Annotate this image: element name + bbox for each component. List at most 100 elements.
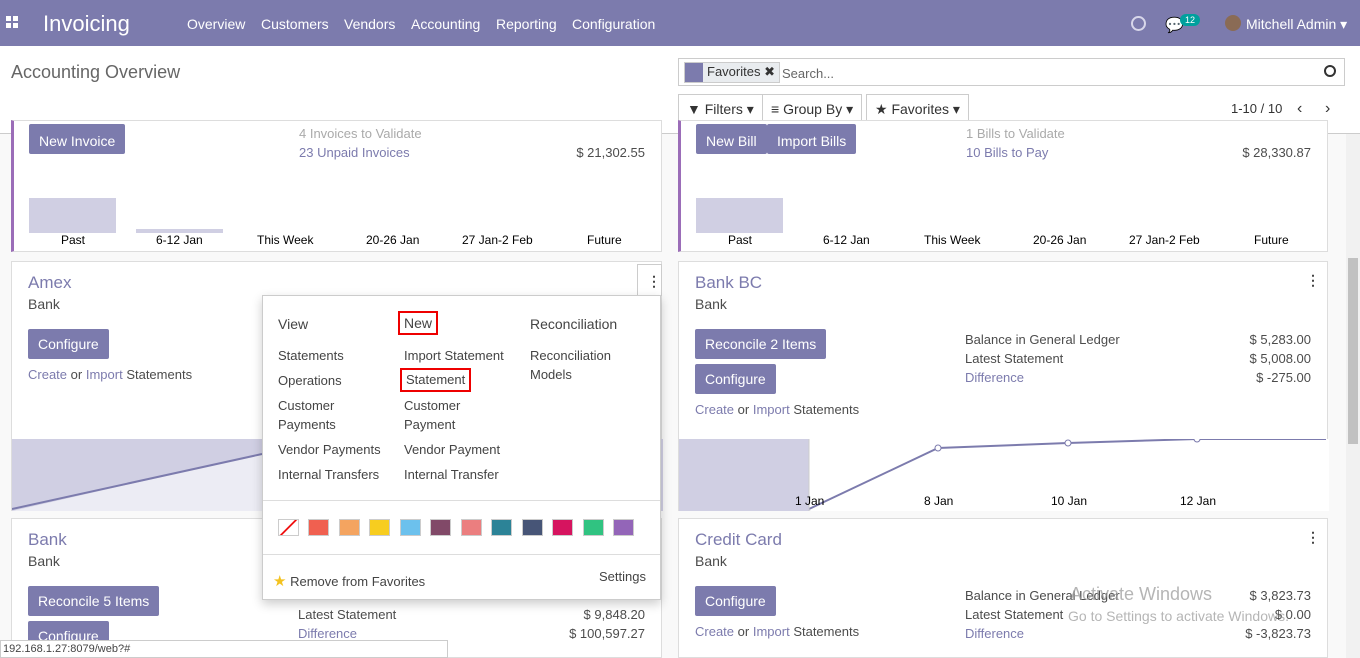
unpaid-invoices-link[interactable]: 23 Unpaid Invoices [299, 145, 410, 160]
latest-statement-amount: $ 5,008.00 [1249, 351, 1311, 366]
card-menu-icon[interactable]: ⋮ [637, 264, 662, 296]
pager-value: 1-10 / 10 [1231, 101, 1283, 116]
journal-type: Bank [695, 296, 727, 312]
apps-menu-icon[interactable] [6, 16, 20, 30]
remove-from-favorites-button[interactable]: ★ Remove from Favorites [273, 572, 425, 591]
color-swatch[interactable] [491, 519, 512, 536]
view-internal-transfers-link[interactable]: Internal Transfers [278, 465, 379, 484]
or-text: or [70, 367, 83, 382]
app-brand[interactable]: Invoicing [43, 11, 130, 37]
journal-title[interactable]: Bank [28, 530, 67, 550]
import-link[interactable]: Import [86, 367, 123, 382]
color-swatch[interactable] [460, 519, 482, 536]
card-menu-icon[interactable]: ⋮ [1306, 272, 1320, 289]
color-swatch-none[interactable] [278, 519, 299, 536]
or-text: or [737, 624, 750, 639]
group-by-label: Group By [783, 101, 843, 117]
latest-statement-label: Latest Statement [965, 607, 1064, 622]
favorites-label: Favorites [891, 101, 950, 117]
create-link[interactable]: Create [695, 624, 734, 639]
pager-next-icon[interactable]: › [1325, 100, 1330, 118]
import-link[interactable]: Import [753, 624, 790, 639]
journal-title[interactable]: Credit Card [695, 530, 782, 550]
filters-button[interactable]: ▼ Filters ▾ [678, 94, 763, 122]
favorites-button[interactable]: ★ Favorites ▾ [866, 94, 969, 122]
view-customer-payments-link[interactable]: Customer Payments [278, 396, 388, 434]
view-vendor-payments-link[interactable]: Vendor Payments [278, 440, 381, 459]
x-label: Past [728, 233, 753, 247]
settings-link[interactable]: Settings [599, 567, 646, 586]
color-swatch[interactable] [369, 519, 390, 536]
status-url-bar: 192.168.1.27:8079/web?# [0, 640, 448, 658]
activity-clock-icon[interactable] [1131, 16, 1146, 31]
difference-link[interactable]: Difference [965, 626, 1024, 641]
new-bill-button[interactable]: New Bill [696, 124, 767, 154]
color-swatch[interactable] [338, 519, 360, 536]
color-swatch[interactable] [613, 519, 634, 536]
menu-customers[interactable]: Customers [261, 16, 329, 32]
menu-configuration[interactable]: Configuration [572, 16, 655, 32]
reconcile-items-button[interactable]: Reconcile 5 Items [28, 586, 160, 616]
card-menu-icon[interactable]: ⋮ [1306, 529, 1320, 546]
x-label: This Week [924, 233, 981, 247]
new-vendor-payment-link[interactable]: Vendor Payment [404, 440, 500, 459]
difference-link[interactable]: Difference [298, 626, 357, 641]
configure-button[interactable]: Configure [28, 329, 109, 359]
search-icon[interactable] [1324, 65, 1336, 77]
create-link[interactable]: Create [695, 402, 734, 417]
color-swatch[interactable] [552, 519, 573, 536]
search-facet[interactable]: Favorites ✖ [684, 62, 780, 83]
bills-to-validate-link[interactable]: 1 Bills to Validate [966, 126, 1065, 141]
import-statement-link[interactable]: Import Statement [404, 346, 504, 365]
new-internal-transfer-link[interactable]: Internal Transfer [404, 465, 499, 484]
new-statement-link[interactable]: Statement [400, 368, 472, 392]
color-swatch[interactable] [582, 519, 604, 536]
latest-statement-label: Latest Statement [965, 351, 1064, 366]
difference-link[interactable]: Difference [965, 370, 1024, 385]
x-label: Past [61, 233, 86, 247]
color-swatch[interactable] [430, 519, 451, 536]
view-section-header: View [278, 316, 309, 332]
pager-previous-icon[interactable]: ‹ [1297, 100, 1302, 118]
new-customer-payment-link[interactable]: Customer Payment [404, 396, 484, 434]
x-label: 20-26 Jan [1033, 233, 1087, 247]
configure-button[interactable]: Configure [695, 586, 776, 616]
journal-title[interactable]: Bank BC [695, 273, 762, 293]
credit-card-journal-card: Credit Card Bank ⋮ Configure Create or I… [678, 518, 1328, 658]
x-label: 8 Jan [924, 494, 954, 508]
reconcile-items-button[interactable]: Reconcile 2 Items [695, 329, 827, 359]
bank-bc-journal-card: Bank BC Bank ⋮ Reconcile 2 Items Configu… [678, 261, 1329, 511]
new-invoice-button[interactable]: New Invoice [29, 124, 126, 154]
new-section-header: New [398, 311, 439, 335]
configure-button[interactable]: Configure [695, 364, 776, 394]
remove-favorites-label: Remove from Favorites [290, 574, 426, 589]
scrollbar[interactable] [1346, 134, 1360, 658]
menu-accounting[interactable]: Accounting [411, 16, 480, 32]
menu-vendors[interactable]: Vendors [344, 16, 395, 32]
search-bar[interactable]: Favorites ✖ Search... [678, 58, 1345, 86]
user-menu[interactable]: Mitchell Admin ▾ [1246, 16, 1347, 33]
bills-to-pay-link[interactable]: 10 Bills to Pay [966, 145, 1048, 160]
journal-title[interactable]: Amex [28, 273, 71, 293]
view-operations-link[interactable]: Operations [278, 371, 342, 390]
group-by-button[interactable]: ≡ Group By ▾ [762, 94, 863, 122]
create-link[interactable]: Create [28, 367, 67, 382]
x-label: 10 Jan [1051, 494, 1088, 508]
statements-text: Statements [793, 624, 860, 639]
menu-overview[interactable]: Overview [187, 16, 245, 32]
invoices-to-validate-link[interactable]: 4 Invoices to Validate [299, 126, 422, 141]
journal-card-dropdown: View New Reconciliation Statements Opera… [262, 295, 661, 600]
avatar[interactable] [1225, 15, 1241, 31]
scrollbar-thumb[interactable] [1348, 258, 1358, 444]
import-bills-button[interactable]: Import Bills [767, 124, 857, 154]
color-swatch[interactable] [308, 519, 329, 536]
import-link[interactable]: Import [753, 402, 790, 417]
menu-reporting[interactable]: Reporting [496, 16, 557, 32]
color-swatch[interactable] [521, 519, 543, 536]
activate-windows-subtitle: Go to Settings to activate Windows. [1068, 608, 1289, 624]
search-input[interactable]: Search... [782, 66, 834, 81]
view-statements-link[interactable]: Statements [278, 346, 344, 365]
bills-to-pay-amount: $ 28,330.87 [1242, 145, 1311, 160]
reconciliation-models-link[interactable]: Reconciliation Models [530, 346, 620, 384]
color-swatch[interactable] [399, 519, 421, 536]
